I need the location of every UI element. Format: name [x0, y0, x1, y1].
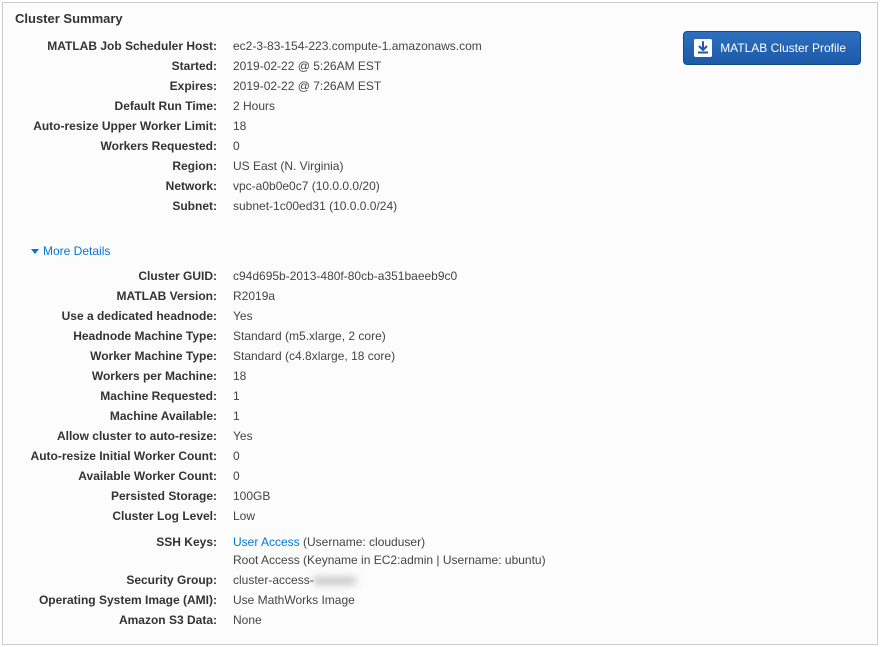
label-headnode-type: Headnode Machine Type:: [15, 327, 225, 345]
row-cluster-log-level: Cluster Log Level: Low: [15, 506, 865, 526]
label-machine-requested: Machine Requested:: [15, 387, 225, 405]
row-autoresize-upper: Auto-resize Upper Worker Limit: 18: [15, 116, 865, 136]
value-started: 2019-02-22 @ 5:26AM EST: [225, 57, 381, 75]
value-s3-data: None: [225, 611, 262, 629]
row-available-worker-count: Available Worker Count: 0: [15, 466, 865, 486]
value-network: vpc-a0b0e0c7 (10.0.0.0/20): [225, 177, 380, 195]
row-ami: Operating System Image (AMI): Use MathWo…: [15, 590, 865, 610]
label-dedicated-headnode: Use a dedicated headnode:: [15, 307, 225, 325]
row-workers-requested: Workers Requested: 0: [15, 136, 865, 156]
label-persisted-storage: Persisted Storage:: [15, 487, 225, 505]
panel-title: Cluster Summary: [3, 3, 877, 32]
panel-content: MATLAB Job Scheduler Host: ec2-3-83-154-…: [3, 32, 877, 644]
chevron-down-icon: [31, 249, 39, 254]
row-cluster-guid: Cluster GUID: c94d695b-2013-480f-80cb-a3…: [15, 266, 865, 286]
label-workers-per-machine: Workers per Machine:: [15, 367, 225, 385]
row-s3-data: Amazon S3 Data: None: [15, 610, 865, 630]
value-ami: Use MathWorks Image: [225, 591, 355, 609]
label-worker-type: Worker Machine Type:: [15, 347, 225, 365]
row-workers-per-machine: Workers per Machine: 18: [15, 366, 865, 386]
value-mjs-host: ec2-3-83-154-223.compute-1.amazonaws.com: [225, 37, 482, 55]
row-subnet: Subnet: subnet-1c00ed31 (10.0.0.0/24): [15, 196, 865, 216]
row-autoresize-initial: Auto-resize Initial Worker Count: 0: [15, 446, 865, 466]
value-machine-available: 1: [225, 407, 240, 425]
value-security-group: cluster-access-xxxxxxx: [225, 571, 356, 589]
value-default-run-time: 2 Hours: [225, 97, 275, 115]
row-machine-requested: Machine Requested: 1: [15, 386, 865, 406]
row-allow-autoresize: Allow cluster to auto-resize: Yes: [15, 426, 865, 446]
value-machine-requested: 1: [225, 387, 240, 405]
label-region: Region:: [15, 157, 225, 175]
ssh-user-access-suffix: (Username: clouduser): [300, 535, 425, 549]
more-details-toggle[interactable]: More Details: [31, 244, 110, 258]
label-ami: Operating System Image (AMI):: [15, 591, 225, 609]
label-available-worker-count: Available Worker Count:: [15, 467, 225, 485]
label-s3-data: Amazon S3 Data:: [15, 611, 225, 629]
label-autoresize-upper: Auto-resize Upper Worker Limit:: [15, 117, 225, 135]
value-matlab-version: R2019a: [225, 287, 275, 305]
download-icon: [694, 39, 712, 57]
label-matlab-version: MATLAB Version:: [15, 287, 225, 305]
label-ssh-keys: SSH Keys:: [15, 533, 225, 551]
value-subnet: subnet-1c00ed31 (10.0.0.0/24): [225, 197, 397, 215]
value-headnode-type: Standard (m5.xlarge, 2 core): [225, 327, 386, 345]
row-worker-type: Worker Machine Type: Standard (c4.8xlarg…: [15, 346, 865, 366]
value-allow-autoresize: Yes: [225, 427, 253, 445]
value-ssh-keys: User Access (Username: clouduser) Root A…: [225, 533, 546, 569]
row-network: Network: vpc-a0b0e0c7 (10.0.0.0/20): [15, 176, 865, 196]
label-network: Network:: [15, 177, 225, 195]
row-expires: Expires: 2019-02-22 @ 7:26AM EST: [15, 76, 865, 96]
value-region: US East (N. Virginia): [225, 157, 343, 175]
value-cluster-guid: c94d695b-2013-480f-80cb-a351baeeb9c0: [225, 267, 457, 285]
value-autoresize-initial: 0: [225, 447, 240, 465]
row-headnode-type: Headnode Machine Type: Standard (m5.xlar…: [15, 326, 865, 346]
ssh-user-access-link[interactable]: User Access: [233, 535, 300, 549]
security-group-redacted: xxxxxxx: [314, 573, 356, 587]
value-expires: 2019-02-22 @ 7:26AM EST: [225, 77, 381, 95]
more-details-label: More Details: [43, 244, 110, 258]
matlab-cluster-profile-label: MATLAB Cluster Profile: [720, 41, 846, 55]
label-workers-requested: Workers Requested:: [15, 137, 225, 155]
matlab-cluster-profile-button[interactable]: MATLAB Cluster Profile: [683, 31, 861, 65]
value-workers-per-machine: 18: [225, 367, 246, 385]
label-expires: Expires:: [15, 77, 225, 95]
cluster-summary-panel: Cluster Summary MATLAB Cluster Profile M…: [2, 2, 878, 645]
value-persisted-storage: 100GB: [225, 487, 270, 505]
label-autoresize-initial: Auto-resize Initial Worker Count:: [15, 447, 225, 465]
label-mjs-host: MATLAB Job Scheduler Host:: [15, 37, 225, 55]
row-security-group: Security Group: cluster-access-xxxxxxx: [15, 570, 865, 590]
label-cluster-log-level: Cluster Log Level:: [15, 507, 225, 525]
value-worker-type: Standard (c4.8xlarge, 18 core): [225, 347, 395, 365]
label-started: Started:: [15, 57, 225, 75]
value-dedicated-headnode: Yes: [225, 307, 253, 325]
row-default-run-time: Default Run Time: 2 Hours: [15, 96, 865, 116]
label-allow-autoresize: Allow cluster to auto-resize:: [15, 427, 225, 445]
label-cluster-guid: Cluster GUID:: [15, 267, 225, 285]
ssh-root-access: Root Access (Keyname in EC2:admin | User…: [233, 551, 546, 569]
row-matlab-version: MATLAB Version: R2019a: [15, 286, 865, 306]
label-security-group: Security Group:: [15, 571, 225, 589]
row-persisted-storage: Persisted Storage: 100GB: [15, 486, 865, 506]
row-dedicated-headnode: Use a dedicated headnode: Yes: [15, 306, 865, 326]
value-workers-requested: 0: [225, 137, 240, 155]
row-machine-available: Machine Available: 1: [15, 406, 865, 426]
label-subnet: Subnet:: [15, 197, 225, 215]
label-machine-available: Machine Available:: [15, 407, 225, 425]
value-available-worker-count: 0: [225, 467, 240, 485]
row-region: Region: US East (N. Virginia): [15, 156, 865, 176]
security-group-prefix: cluster-access-: [233, 573, 314, 587]
value-cluster-log-level: Low: [225, 507, 255, 525]
value-autoresize-upper: 18: [225, 117, 246, 135]
label-default-run-time: Default Run Time:: [15, 97, 225, 115]
row-ssh-keys: SSH Keys: User Access (Username: cloudus…: [15, 532, 865, 570]
